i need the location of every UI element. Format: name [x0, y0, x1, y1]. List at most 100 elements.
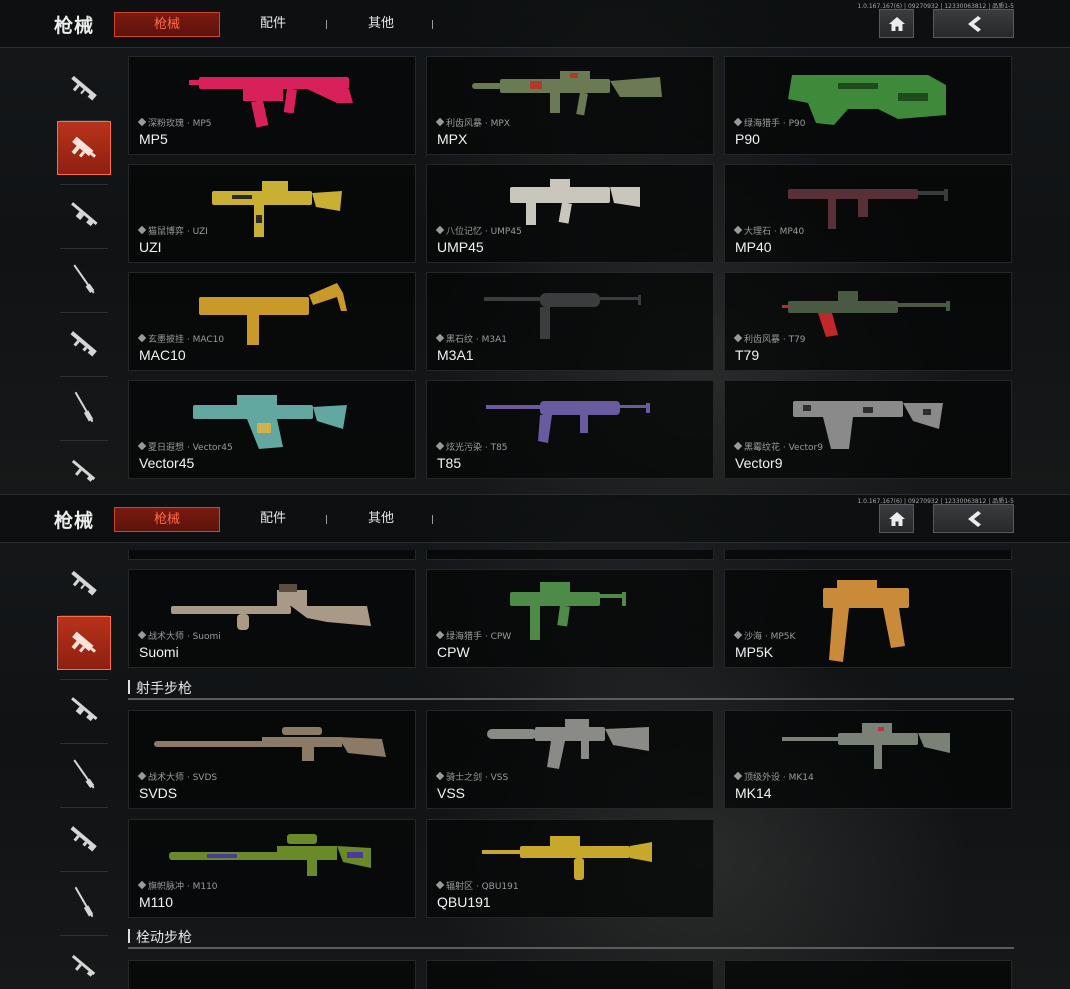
weapon-name: CPW [437, 644, 470, 660]
weapon-card-m110[interactable]: 旗帜脉冲 · M110 M110 [128, 819, 416, 918]
tab-divider [432, 20, 433, 29]
category-shotgun[interactable] [57, 316, 111, 370]
divider [60, 807, 108, 808]
weapon-name: MP5 [139, 131, 168, 147]
version-text: 1.0.167.167(6) | 09270932 | 12330063812 … [857, 498, 1014, 505]
tag-icon [435, 225, 445, 235]
tag-icon [733, 225, 743, 235]
weapon-name: MP40 [735, 239, 772, 255]
assault-rifle-icon [71, 570, 97, 596]
skin-label: 利齿风暴 · T79 [744, 335, 806, 345]
weapon-name: T79 [735, 347, 760, 363]
weapon-name: MK14 [735, 785, 772, 801]
weapon-card-m3a1[interactable]: 黑石纹 · M3A1 M3A1 [426, 272, 714, 371]
tag-icon [137, 333, 147, 343]
back-button[interactable] [933, 9, 1014, 38]
divider [60, 248, 108, 249]
home-button[interactable] [879, 504, 914, 533]
weapon-name: M3A1 [437, 347, 474, 363]
skin-label: 大理石 · MP40 [744, 227, 805, 237]
weapon-card-ump45[interactable]: 八位记忆 · UMP45 UMP45 [426, 164, 714, 263]
category-bolt-action-rifle[interactable] [57, 380, 111, 434]
weapon-card-uzi[interactable]: 猫鼠博弈 · UZI UZI [128, 164, 416, 263]
section-marker [128, 929, 130, 943]
category-submachine-gun[interactable] [57, 121, 111, 175]
weapon-card-cpw[interactable]: 绿海猎手 · CPW CPW [426, 569, 714, 668]
weapon-list-panel: 枪械 枪械 配件 其他 1.0.167.167(6) | 09270932 | … [0, 0, 1070, 494]
section-header-marksman-rifle: 射手步枪 [128, 676, 1014, 700]
shotgun-icon [70, 826, 97, 852]
weapon-list-panel-scrolled: 枪械 枪械 配件 其他 1.0.167.167(6) | 09270932 | … [0, 494, 1070, 989]
skin-label: 绿海猎手 · P90 [744, 119, 806, 129]
tab-attachments[interactable]: 配件 [246, 12, 300, 37]
tag-icon [137, 225, 147, 235]
category-assault-rifle[interactable] [57, 60, 111, 114]
tag-icon [435, 630, 445, 640]
tab-guns[interactable]: 枪械 [114, 507, 220, 532]
weapon-card-mac10[interactable]: 玄墨披挂 · MAC10 MAC10 [128, 272, 416, 371]
category-shotgun[interactable] [57, 811, 111, 865]
weapon-card-suomi[interactable]: 战术大师 · Suomi Suomi [128, 569, 416, 668]
home-button[interactable] [879, 9, 914, 38]
back-button[interactable] [933, 504, 1014, 533]
tab-other[interactable]: 其他 [355, 507, 407, 532]
vss-gun-icon [487, 719, 649, 769]
category-light-machine-gun[interactable] [57, 187, 111, 241]
weapon-name: VSS [437, 785, 466, 801]
category-light-machine-gun[interactable] [57, 682, 111, 736]
weapon-card-qbu191[interactable]: 辐射区 · QBU191 QBU191 [426, 819, 714, 918]
weapon-card-mp5k[interactable]: 沙海 · MP5K MP5K [724, 569, 1012, 668]
shotgun-icon [70, 331, 97, 357]
bolt-grid [128, 960, 1014, 989]
category-pistol[interactable] [57, 444, 111, 494]
divider [60, 935, 108, 936]
skin-label: 战术大师 · Suomi [148, 632, 221, 642]
weapon-card-partial[interactable] [724, 960, 1012, 989]
page-title: 枪械 [54, 510, 95, 532]
category-sidebar [0, 48, 118, 494]
category-pistol[interactable] [57, 939, 111, 989]
light-machine-gun-icon [71, 697, 98, 722]
weapon-card-vss[interactable]: 骑士之剑 · VSS VSS [426, 710, 714, 809]
skin-label: 夏日遐想 · Vector45 [148, 443, 233, 453]
bolt-action-rifle-icon [74, 886, 94, 918]
category-bolt-action-rifle[interactable] [57, 875, 111, 929]
section-underline [128, 947, 1014, 949]
skin-label: 沙海 · MP5K [744, 632, 796, 642]
skin-label: 八位记忆 · UMP45 [446, 227, 522, 237]
submachine-gun-icon [71, 631, 97, 653]
weapon-card-mp40[interactable]: 大理石 · MP40 MP40 [724, 164, 1012, 263]
section-underline [128, 698, 1014, 700]
weapon-name: P90 [735, 131, 760, 147]
home-icon [888, 511, 905, 526]
weapon-card-p90[interactable]: 绿海猎手 · P90 P90 [724, 56, 1012, 155]
light-machine-gun-icon [71, 202, 98, 227]
weapon-name: SVDS [139, 785, 178, 801]
tab-attachments[interactable]: 配件 [246, 507, 300, 532]
tab-guns[interactable]: 枪械 [114, 12, 220, 37]
category-marksman-rifle[interactable] [57, 747, 111, 801]
divider [60, 376, 108, 377]
weapon-card-svds[interactable]: 战术大师 · SVDS SVDS [128, 710, 416, 809]
weapon-card-partial[interactable] [426, 960, 714, 989]
category-submachine-gun[interactable] [57, 616, 111, 670]
weapon-card-mp5[interactable]: 深粉玫瑰 · MP5 MP5 [128, 56, 416, 155]
weapon-card-mpx[interactable]: 利齿风暴 · MPX MPX [426, 56, 714, 155]
tag-icon [435, 441, 445, 451]
weapon-name: QBU191 [437, 894, 491, 910]
weapon-card-partial[interactable] [128, 960, 416, 989]
weapon-card-vector9[interactable]: 黑霉纹花 · Vector9 Vector9 [724, 380, 1012, 479]
weapon-card-mk14[interactable]: 顶级外设 · MK14 MK14 [724, 710, 1012, 809]
uzi-gun-icon [212, 181, 342, 237]
tag-icon [733, 441, 743, 451]
weapon-card-t79[interactable]: 利齿风暴 · T79 T79 [724, 272, 1012, 371]
weapon-grid: 深粉玫瑰 · MP5 MP5 利齿风暴 · MPX MPX 绿海猎手 · P90… [128, 56, 1014, 482]
category-marksman-rifle[interactable] [57, 252, 111, 306]
category-assault-rifle[interactable] [57, 555, 111, 609]
tab-other[interactable]: 其他 [355, 12, 407, 37]
bolt-action-rifle-icon [74, 391, 94, 423]
version-text: 1.0.167.167(6) | 09270932 | 12330063812 … [857, 3, 1014, 10]
weapon-card-t85[interactable]: 炫光污染 · T85 T85 [426, 380, 714, 479]
skin-label: 猫鼠博弈 · UZI [148, 227, 208, 237]
weapon-card-vector45[interactable]: 夏日遐想 · Vector45 Vector45 [128, 380, 416, 479]
